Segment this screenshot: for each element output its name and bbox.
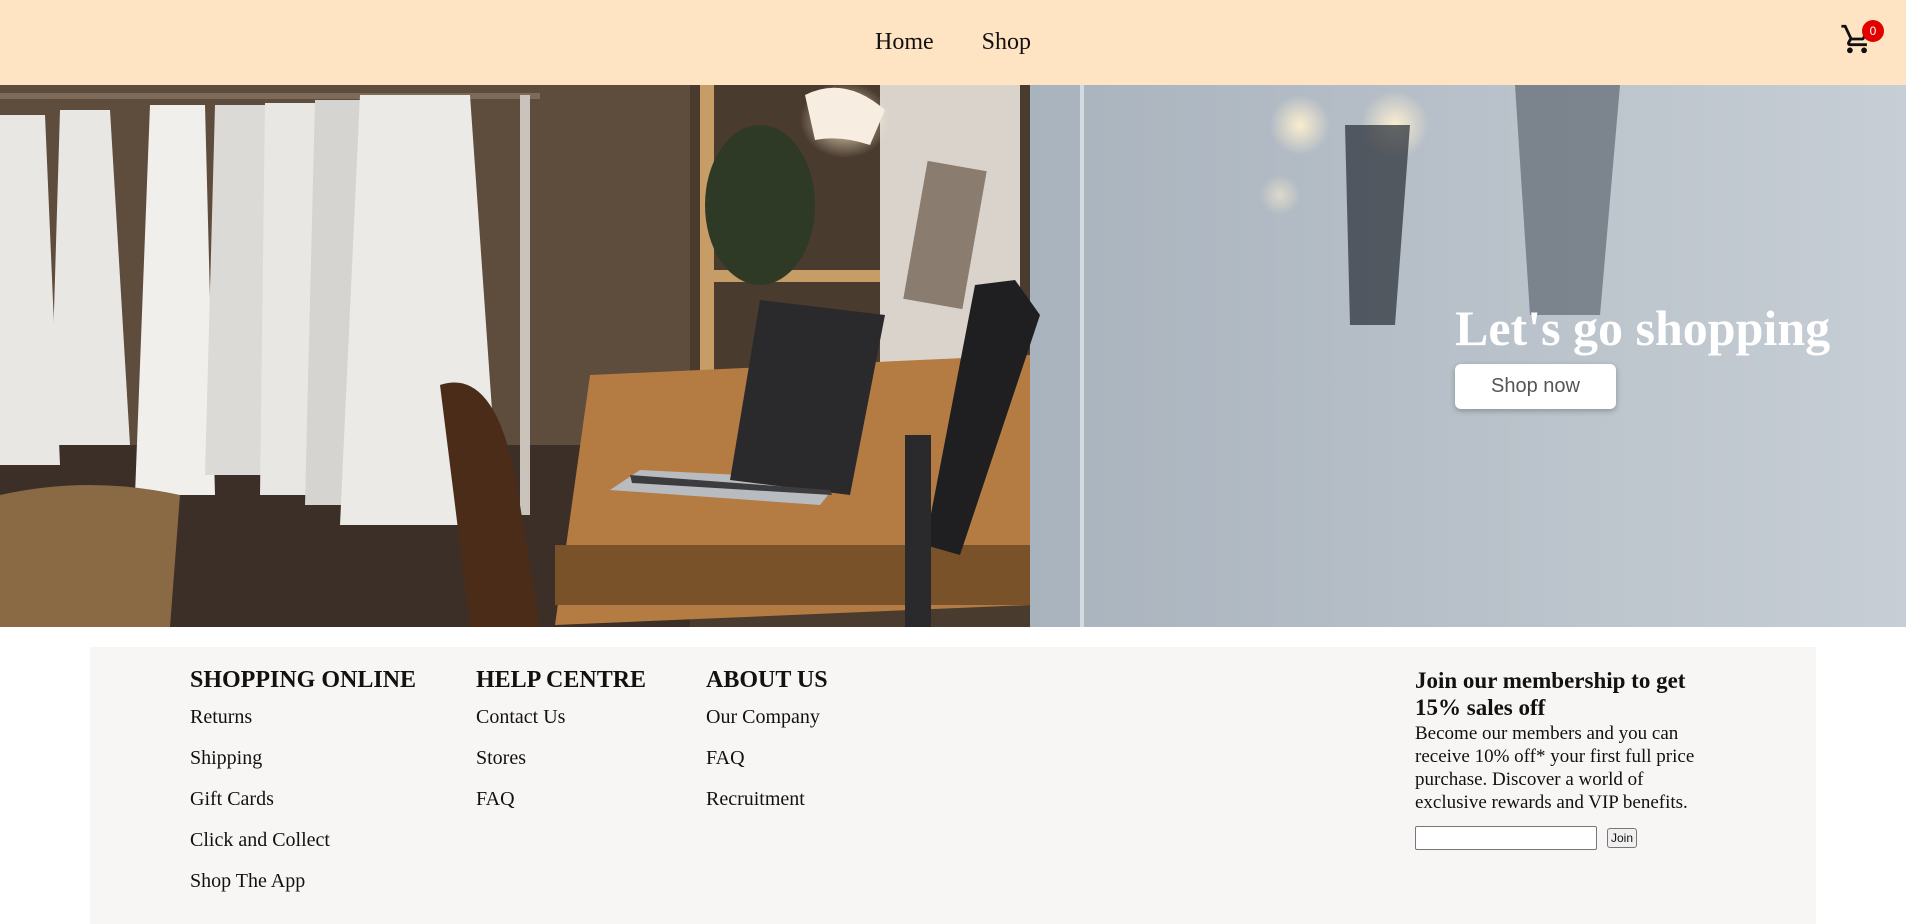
footer-column-about-us: ABOUT US Our Company FAQ Recruitment	[706, 667, 828, 829]
footer-link-gift-cards[interactable]: Gift Cards	[190, 788, 416, 811]
footer-heading-about-us: ABOUT US	[706, 667, 828, 693]
footer: SHOPPING ONLINE Returns Shipping Gift Ca…	[90, 647, 1816, 924]
nav-link-home[interactable]: Home	[875, 29, 934, 56]
footer-link-faq[interactable]: FAQ	[476, 788, 646, 811]
hero-content: Let's go shopping Shop now	[1455, 300, 1830, 409]
footer-link-our-company[interactable]: Our Company	[706, 706, 828, 729]
footer-link-shop-the-app[interactable]: Shop The App	[190, 870, 416, 893]
cart-count-badge: 0	[1862, 20, 1884, 42]
membership-email-input[interactable]	[1415, 826, 1597, 850]
footer-link-stores[interactable]: Stores	[476, 747, 646, 770]
hero-title: Let's go shopping	[1455, 300, 1831, 356]
footer-link-contact-us[interactable]: Contact Us	[476, 706, 646, 729]
nav-link-shop[interactable]: Shop	[956, 29, 1031, 56]
hero-banner: Let's go shopping Shop now	[0, 85, 1906, 627]
membership-signup: Join our membership to get 15% sales off…	[1415, 667, 1715, 850]
footer-column-shopping-online: SHOPPING ONLINE Returns Shipping Gift Ca…	[190, 667, 416, 911]
footer-column-help-centre: HELP CENTRE Contact Us Stores FAQ	[476, 667, 646, 829]
main-nav: Home Shop	[0, 0, 1906, 85]
footer-link-returns[interactable]: Returns	[190, 706, 416, 729]
top-navbar: Home Shop 0	[0, 0, 1906, 85]
join-button[interactable]: Join	[1607, 828, 1638, 848]
footer-heading-shopping-online: SHOPPING ONLINE	[190, 667, 417, 693]
footer-link-recruitment[interactable]: Recruitment	[706, 788, 828, 811]
footer-link-about-faq[interactable]: FAQ	[706, 747, 828, 770]
membership-form: Join	[1415, 826, 1715, 850]
cart-button[interactable]: 0	[1840, 20, 1884, 60]
membership-heading: Join our membership to get 15% sales off	[1415, 668, 1686, 720]
footer-link-click-and-collect[interactable]: Click and Collect	[190, 829, 416, 852]
footer-link-shipping[interactable]: Shipping	[190, 747, 416, 770]
membership-description: Become our members and you can receive 1…	[1415, 723, 1695, 813]
shop-now-button[interactable]: Shop now	[1455, 363, 1616, 409]
footer-heading-help-centre: HELP CENTRE	[476, 667, 647, 693]
